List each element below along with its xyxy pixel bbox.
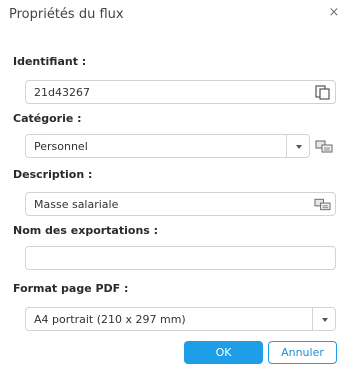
format-label: Format page PDF : — [13, 282, 129, 295]
categorie-label: Catégorie : — [13, 112, 82, 125]
chevron-down-icon[interactable] — [296, 145, 302, 149]
description-value: Masse salariale — [34, 198, 119, 211]
description-label: Description : — [13, 168, 93, 181]
categorie-select[interactable]: Personnel — [25, 134, 310, 158]
format-select[interactable]: A4 portrait (210 x 297 mm) — [25, 307, 336, 331]
copy-icon[interactable] — [314, 84, 331, 100]
identifiant-field[interactable]: 21d43267 — [25, 80, 336, 104]
format-value: A4 portrait (210 x 297 mm) — [34, 313, 186, 326]
cancel-button[interactable]: Annuler — [268, 341, 337, 364]
close-icon[interactable]: × — [326, 5, 342, 21]
identifiant-label: Identifiant : — [13, 55, 87, 68]
translate-icon[interactable] — [315, 138, 333, 154]
exportations-input[interactable] — [25, 246, 336, 270]
translate-icon[interactable] — [314, 196, 331, 212]
identifiant-value: 21d43267 — [34, 86, 90, 99]
categorie-value: Personnel — [34, 140, 88, 153]
chevron-down-icon[interactable] — [322, 318, 328, 322]
dialog-title: Propriétés du flux — [9, 7, 124, 22]
exportations-label: Nom des exportations : — [13, 224, 159, 237]
ok-button[interactable]: OK — [184, 341, 263, 364]
description-field[interactable]: Masse salariale — [25, 192, 336, 216]
